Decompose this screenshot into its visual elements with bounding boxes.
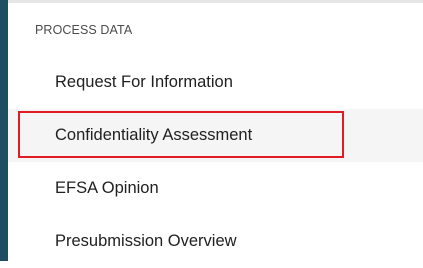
nav-item-label: Request For Information [55,73,233,91]
nav-item-confidentiality-assessment[interactable]: Confidentiality Assessment [8,109,423,162]
top-divider [8,0,423,3]
nav-item-request-for-information[interactable]: Request For Information [8,56,423,109]
nav-item-presubmission-overview[interactable]: Presubmission Overview [8,215,423,268]
sidebar-accent-bar [0,0,8,261]
nav-item-label: EFSA Opinion [55,179,159,197]
nav-item-efsa-opinion[interactable]: EFSA Opinion [8,162,423,215]
highlight-box [18,111,344,158]
nav-item-label: Presubmission Overview [55,232,237,250]
section-title-process-data: PROCESS DATA [35,23,133,37]
process-data-nav: Request For Information Confidentiality … [8,56,423,268]
